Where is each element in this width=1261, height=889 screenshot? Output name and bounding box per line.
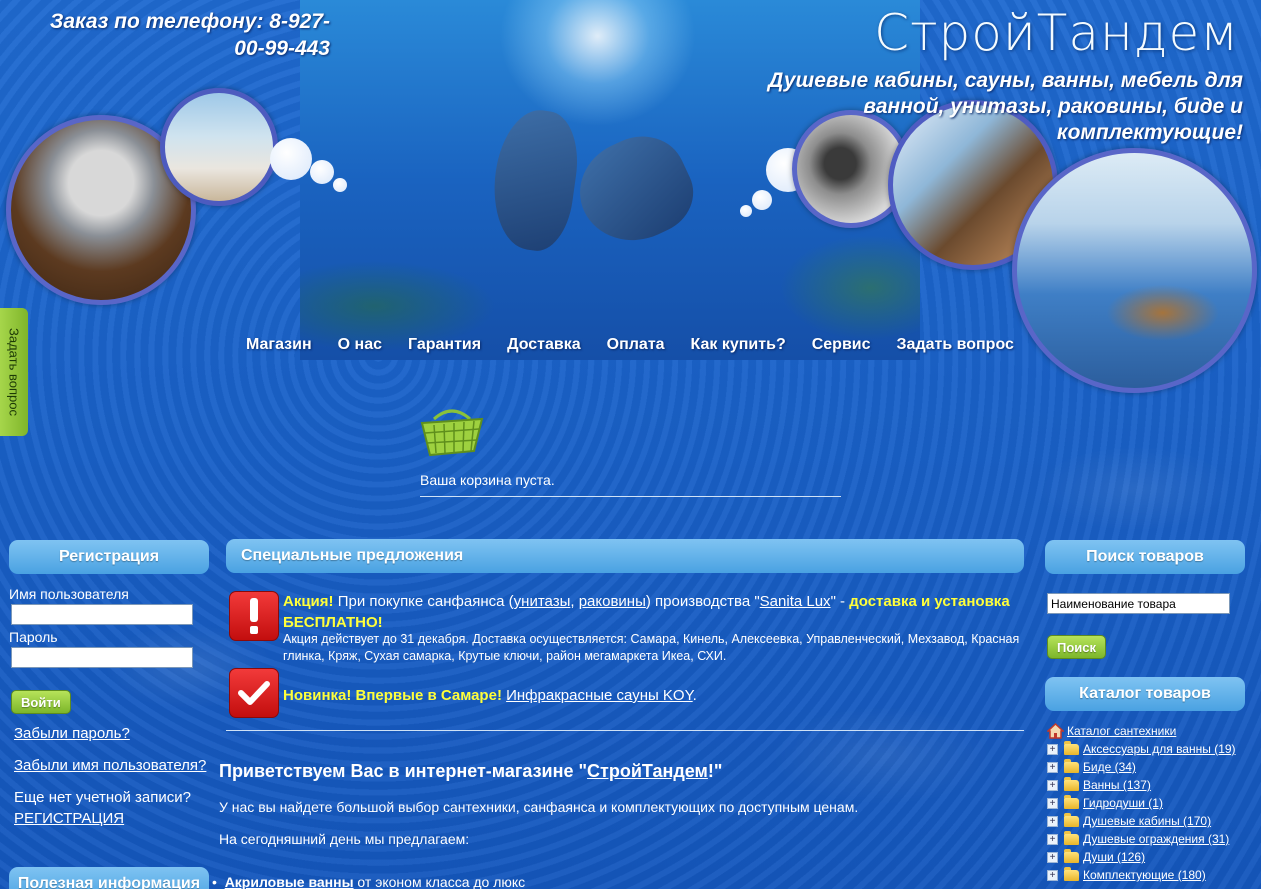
expand-icon[interactable]: + — [1047, 779, 1058, 791]
nav-how-to-buy[interactable]: Как купить? — [691, 336, 786, 354]
nav-about[interactable]: О нас — [338, 336, 382, 354]
list-item: • Акриловые ванны от эконом класса до лю… — [212, 874, 526, 889]
cart-divider — [420, 496, 841, 497]
folder-icon — [1064, 812, 1079, 827]
registration-header: Регистрация — [9, 540, 209, 574]
promo-label: Акция! — [283, 593, 334, 610]
nav-delivery[interactable]: Доставка — [507, 336, 581, 354]
catalog-item-link[interactable]: Души (126) — [1083, 850, 1145, 864]
expand-icon[interactable]: + — [1047, 797, 1058, 809]
nav-service[interactable]: Сервис — [812, 336, 871, 354]
forgot-username-link[interactable]: Забыли имя пользователя? — [14, 757, 206, 774]
register-link[interactable]: РЕГИСТРАЦИЯ — [14, 810, 124, 827]
decor-bubble — [310, 160, 334, 184]
folder-icon — [1064, 776, 1079, 791]
decor-bubble — [270, 138, 312, 180]
search-input[interactable] — [1047, 593, 1230, 614]
exclamation-icon — [229, 591, 279, 641]
cart-status: Ваша корзина пуста. — [420, 472, 555, 488]
welcome-title: Приветствуем Вас в интернет-магазине "Ст… — [219, 761, 723, 781]
nav-ask-question[interactable]: Задать вопрос — [897, 336, 1014, 354]
new-label: Новинка! Впервые в Самаре! — [283, 687, 502, 704]
dolphin-image — [485, 105, 585, 255]
catalog-item: + Души (126) — [1047, 848, 1236, 866]
nav-shop[interactable]: Магазин — [246, 336, 312, 354]
acrylic-baths-link[interactable]: Акриловые ванны — [225, 874, 354, 889]
bullet-icon: • — [212, 874, 225, 889]
expand-icon[interactable]: + — [1047, 851, 1058, 863]
catalog-item-link[interactable]: Душевые кабины (170) — [1083, 814, 1211, 828]
offer-intro: На сегодняшний день мы предлагаем: — [219, 831, 470, 847]
password-input[interactable] — [11, 647, 193, 668]
decor-bubble — [740, 205, 752, 217]
expand-icon[interactable]: + — [1047, 761, 1058, 773]
catalog-item-link[interactable]: Ванны (137) — [1083, 778, 1151, 792]
catalog-item-link[interactable]: Гидродуши (1) — [1083, 796, 1163, 810]
folder-icon — [1064, 866, 1079, 881]
catalog-root: Каталог сантехники — [1046, 722, 1236, 740]
expand-icon[interactable]: + — [1047, 815, 1058, 827]
login-button[interactable]: Войти — [11, 690, 71, 714]
catalog-item-link[interactable]: Комплектующие (180) — [1083, 868, 1206, 882]
nav-payment[interactable]: Оплата — [607, 336, 665, 354]
username-label: Имя пользователя — [9, 586, 129, 602]
search-button[interactable]: Поиск — [1047, 635, 1107, 659]
promo-sanfayans: Акция! При покупке санфаянса (унитазы, р… — [283, 593, 1010, 631]
expand-icon[interactable]: + — [1047, 869, 1058, 881]
main-nav: Магазин О нас Гарантия Доставка Оплата К… — [246, 336, 1040, 354]
site-logo-title[interactable]: СтройТандем — [874, 4, 1239, 62]
catalog-item: + Гидродуши (1) — [1047, 794, 1236, 812]
catalog-item: + Комплектующие (180) — [1047, 866, 1236, 884]
dolphin-image — [564, 121, 706, 259]
no-account-text: Еще нет учетной записи? — [14, 789, 191, 806]
catalog-header: Каталог товаров — [1045, 677, 1245, 711]
catalog-item: + Душевые кабины (170) — [1047, 812, 1236, 830]
promo-new-saunas: Новинка! Впервые в Самаре! Инфракрасные … — [283, 687, 697, 704]
folder-icon — [1064, 758, 1079, 773]
catalog-item-link[interactable]: Аксессуары для ванны (19) — [1083, 742, 1236, 756]
password-label: Пароль — [9, 629, 58, 645]
folder-icon — [1064, 830, 1079, 845]
catalog-item-link[interactable]: Биде (34) — [1083, 760, 1136, 774]
beach-bathtub-photo — [160, 88, 278, 206]
site-tagline: Душевые кабины, сауны, ванны, мебель для… — [768, 69, 1243, 144]
expand-icon[interactable]: + — [1047, 833, 1058, 845]
checkmark-icon — [229, 668, 279, 718]
decor-bubble — [333, 178, 347, 192]
useful-info-header: Полезная информация — [9, 867, 209, 889]
search-header: Поиск товаров — [1045, 540, 1245, 574]
welcome-paragraph: У нас вы найдете большой выбор сантехник… — [219, 799, 859, 815]
catalog-item: + Аксессуары для ванны (19) — [1047, 740, 1236, 758]
catalog-root-link[interactable]: Каталог сантехники — [1067, 724, 1176, 738]
sanita-lux-link[interactable]: Sanita Lux — [760, 593, 831, 610]
shopping-basket-icon[interactable] — [420, 405, 484, 461]
folder-icon — [1064, 848, 1079, 863]
username-input[interactable] — [11, 604, 193, 625]
sinks-link[interactable]: раковины — [579, 593, 646, 610]
forgot-password-link[interactable]: Забыли пароль? — [14, 725, 130, 742]
content-divider — [226, 730, 1024, 731]
nav-warranty[interactable]: Гарантия — [408, 336, 481, 354]
decor-bubble — [752, 190, 772, 210]
home-icon — [1046, 722, 1065, 739]
ask-question-side-tab[interactable]: Задать вопрос — [0, 308, 28, 436]
promo-details: Акция действует до 31 декабря. Доставка … — [283, 632, 1020, 663]
bathroom-jacuzzi-photo — [1012, 148, 1257, 393]
catalog-item: + Ванны (137) — [1047, 776, 1236, 794]
folder-icon — [1064, 794, 1079, 809]
site-name-link[interactable]: СтройТандем — [587, 761, 708, 781]
order-phone: Заказ по телефону: 8-927-00-99-443 — [49, 10, 330, 60]
special-offers-header: Специальные предложения — [226, 539, 1024, 573]
expand-icon[interactable]: + — [1047, 743, 1058, 755]
catalog-item: + Душевые ограждения (31) — [1047, 830, 1236, 848]
catalog-tree: Каталог сантехники + Аксессуары для ванны… — [1046, 722, 1236, 884]
catalog-item-link[interactable]: Душевые ограждения (31) — [1083, 832, 1229, 846]
catalog-item: + Биде (34) — [1047, 758, 1236, 776]
infrared-saunas-link[interactable]: Инфракрасные сауны KOY — [506, 687, 693, 704]
header: Заказ по телефону: 8-927-00-99-443 Строй… — [0, 0, 1261, 393]
folder-icon — [1064, 740, 1079, 755]
toilets-link[interactable]: унитазы — [514, 593, 571, 610]
